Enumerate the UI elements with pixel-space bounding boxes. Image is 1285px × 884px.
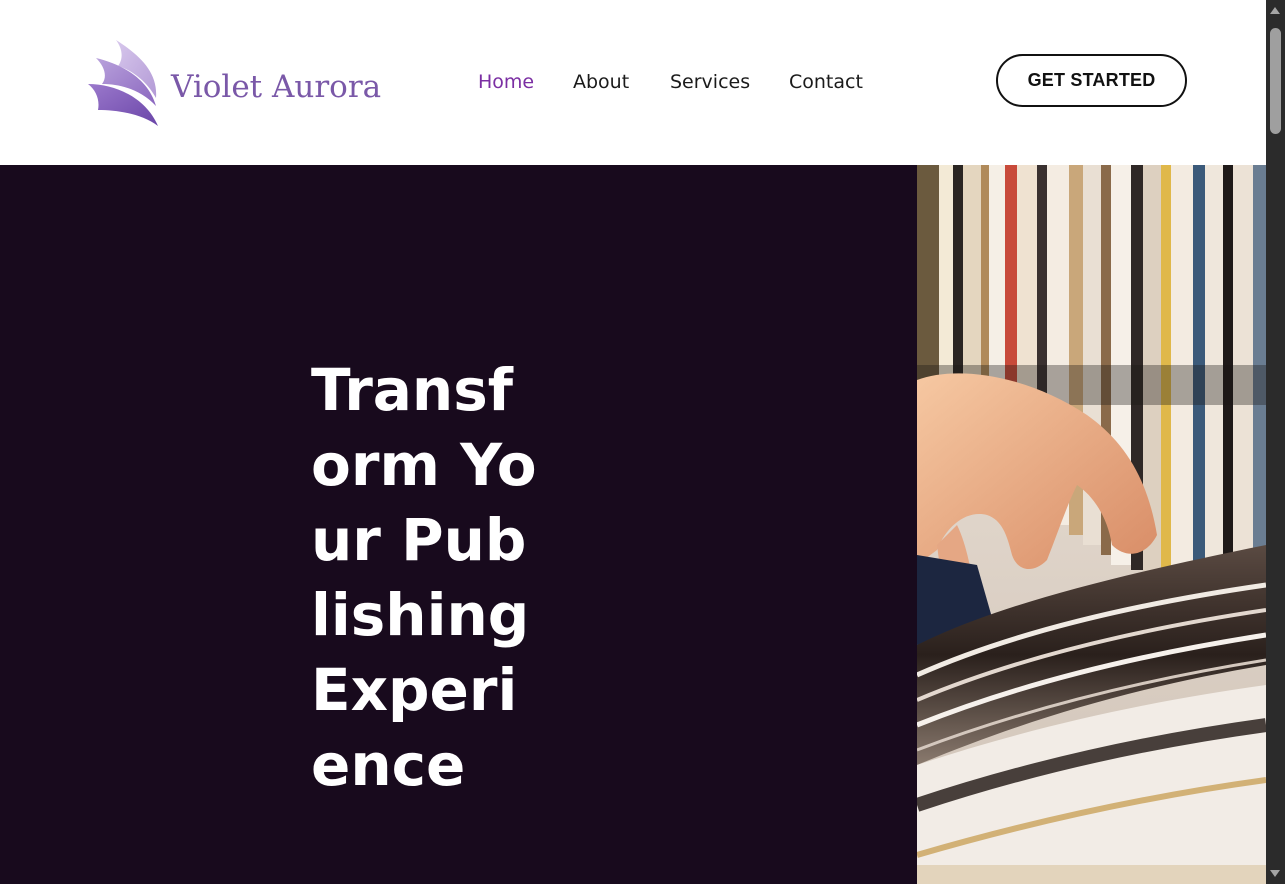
nav-services[interactable]: Services bbox=[670, 70, 750, 94]
nav-about[interactable]: About bbox=[573, 70, 629, 94]
hero-title: Transform Your Publishing Experience bbox=[311, 356, 537, 799]
scrollbar-thumb[interactable] bbox=[1270, 28, 1281, 134]
page: Violet Aurora Home About Services Contac… bbox=[0, 0, 1285, 884]
vertical-scrollbar[interactable] bbox=[1266, 0, 1285, 884]
feather-wing-icon bbox=[88, 40, 158, 126]
hero-section: Transform Your Publishing Experience bbox=[0, 165, 917, 884]
site-header: Violet Aurora Home About Services Contac… bbox=[0, 0, 1266, 165]
brand-name: Violet Aurora bbox=[171, 69, 382, 105]
brand-logo[interactable]: Violet Aurora bbox=[86, 38, 386, 128]
hero-image bbox=[917, 165, 1266, 884]
nav-contact[interactable]: Contact bbox=[789, 70, 863, 94]
magazine-photo bbox=[917, 165, 1266, 884]
scroll-up-arrow-icon[interactable] bbox=[1270, 7, 1280, 14]
get-started-button[interactable]: GET STARTED bbox=[996, 54, 1187, 107]
nav-home[interactable]: Home bbox=[478, 70, 534, 94]
scroll-down-arrow-icon[interactable] bbox=[1270, 870, 1280, 877]
